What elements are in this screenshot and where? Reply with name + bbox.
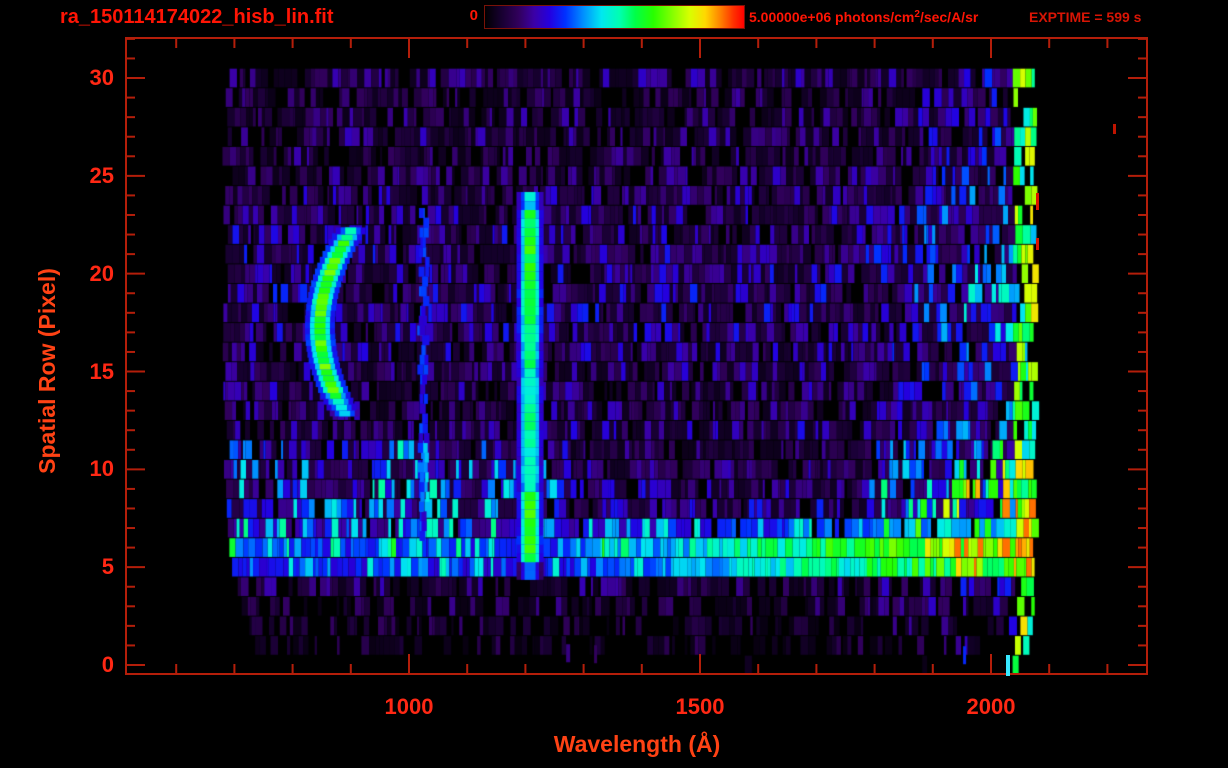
y-tick-label: 25 <box>89 162 114 188</box>
y-tick-label: 0 <box>101 652 114 677</box>
x-tick-label: 2000 <box>966 694 1016 719</box>
plot-frame <box>125 37 1148 675</box>
y-tick-label: 5 <box>101 554 114 580</box>
y-tick-label: 10 <box>89 456 114 482</box>
exptime-label: EXPTIME = 599 s <box>1029 9 1142 25</box>
x-axis-label: Wavelength (Å) <box>553 731 721 757</box>
y-tick-label: 30 <box>89 65 114 91</box>
colorbar-max-label: 5.00000e+06 photons/cm2/sec/A/sr <box>749 9 978 25</box>
file-title: ra_150114174022_hisb_lin.fit <box>60 6 334 28</box>
y-tick-label: 20 <box>89 260 114 286</box>
colorbar-max-value: 5.00000e+06 photons/cm <box>749 9 915 25</box>
y-tick-label: 15 <box>89 358 114 384</box>
colorbar-max-units: /sec/A/sr <box>919 9 979 25</box>
stray-red-pixel <box>1036 238 1039 250</box>
x-tick-label: 1500 <box>675 694 725 719</box>
colorbar <box>484 5 745 29</box>
spectrograph-quicklook-window: ra_150114174022_hisb_lin.fit 0 5.00000e+… <box>0 0 1228 768</box>
stray-red-pixel <box>1036 193 1039 210</box>
stray-red-pixel <box>1113 124 1116 134</box>
x-tick-label: 1000 <box>384 694 434 719</box>
colorbar-min-label: 0 <box>469 7 478 24</box>
stray-cyan-pixel <box>1006 655 1010 676</box>
